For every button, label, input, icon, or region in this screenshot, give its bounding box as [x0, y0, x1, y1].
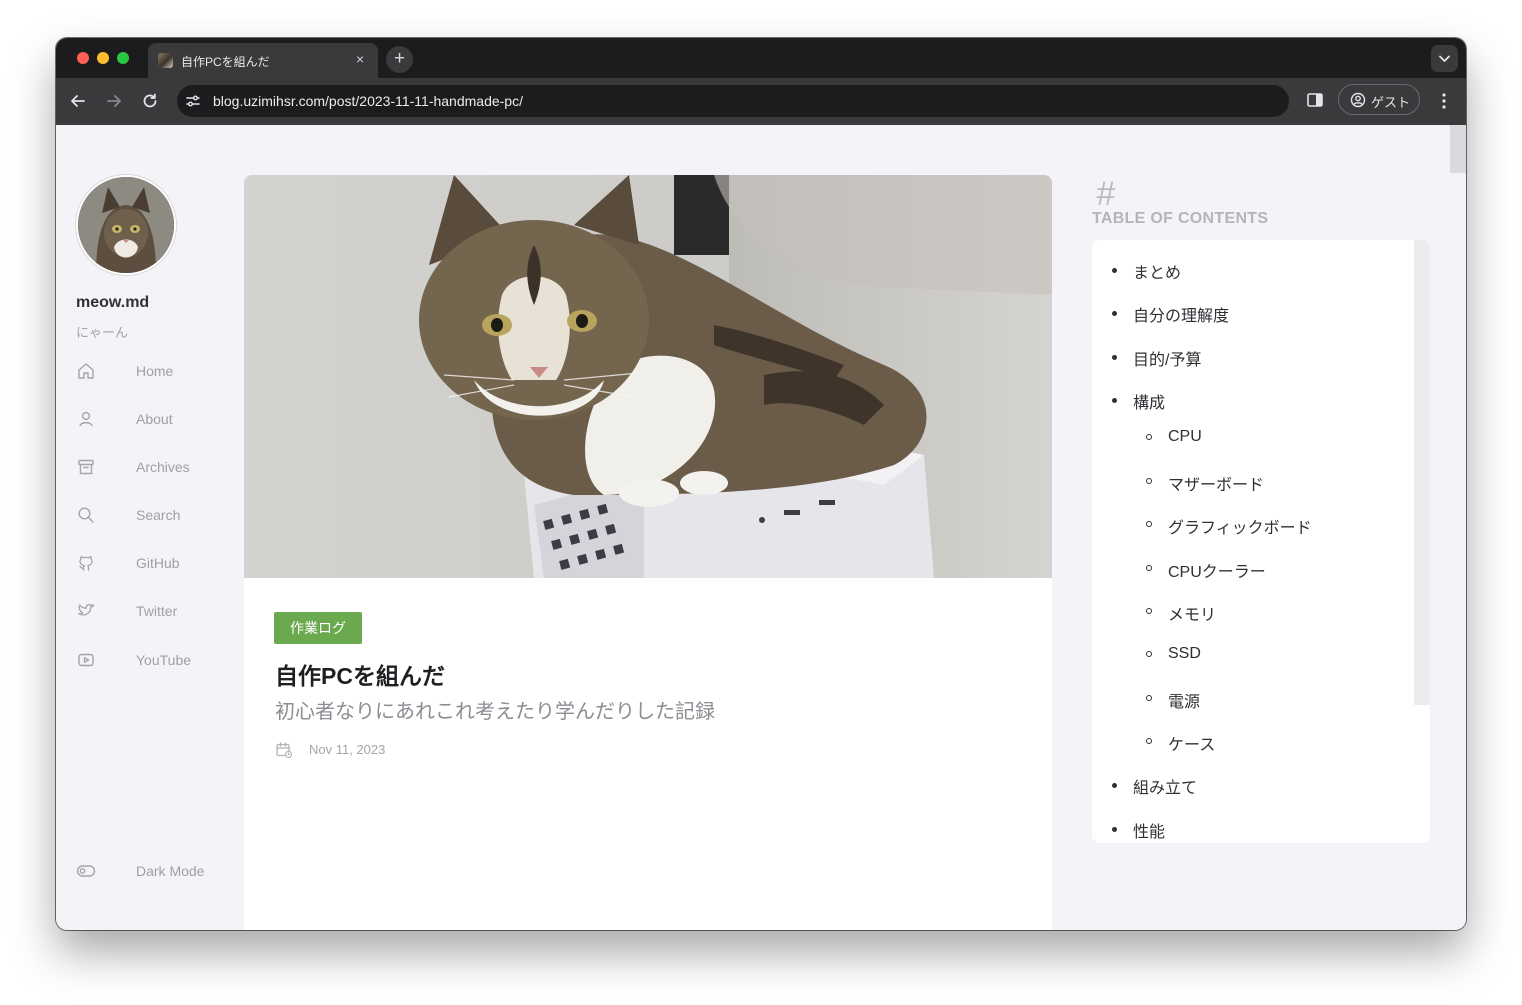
profile-label: ゲスト [1371, 95, 1411, 110]
page-viewport: meow.md にゃーん Home About Archives Search … [56, 125, 1466, 930]
dark-mode-toggle[interactable]: Dark Mode [76, 859, 226, 883]
url-text: blog.uzimihsr.com/post/2023-11-11-handma… [213, 93, 523, 109]
chevron-down-icon [1439, 55, 1450, 62]
more-menu-icon[interactable] [1434, 90, 1454, 112]
new-tab-button[interactable]: + [386, 46, 413, 73]
toc-subitem[interactable]: メモリ [1168, 601, 1216, 625]
browser-window: 自作PCを組んだ × + blog.uzimihsr.com/post/2023… [56, 38, 1466, 930]
sidebar-item-archives[interactable]: Archives [76, 455, 226, 479]
site-title[interactable]: meow.md [76, 294, 149, 312]
category-badge[interactable]: 作業ログ [274, 612, 362, 644]
tab-close-icon[interactable]: × [356, 51, 364, 67]
profile-avatar-icon [1350, 92, 1366, 108]
site-subtitle: にゃーん [76, 325, 129, 340]
toc-item[interactable]: 自分の理解度 [1133, 302, 1229, 326]
toc-bullet [1112, 827, 1117, 832]
sidebar-item-label: Home [136, 363, 174, 379]
twitter-icon [78, 604, 95, 616]
toc-item[interactable]: 目的/予算 [1133, 346, 1201, 370]
address-bar[interactable]: blog.uzimihsr.com/post/2023-11-11-handma… [177, 85, 1289, 117]
toc-bullet [1112, 398, 1117, 403]
toc-sub-bullet [1146, 608, 1152, 614]
close-window-button[interactable] [77, 52, 89, 64]
toc-bullet [1112, 311, 1117, 316]
toc-heading: TABLE OF CONTENTS [1092, 210, 1269, 227]
toc-panel: まとめ 自分の理解度 目的/予算 構成 CPU マザーボード グラフィックボード… [1092, 240, 1430, 843]
sidebar-item-twitter[interactable]: Twitter [76, 599, 226, 623]
sidebar-item-about[interactable]: About [76, 407, 226, 431]
post-title: 自作PCを組んだ [275, 663, 445, 689]
browser-tab[interactable]: 自作PCを組んだ × [148, 43, 378, 78]
sidebar-item-label: GitHub [136, 555, 180, 571]
sidebar-item-github[interactable]: GitHub [76, 551, 226, 575]
toc-subitem[interactable]: 電源 [1168, 688, 1200, 712]
toc-sub-bullet [1146, 521, 1152, 527]
browser-toolbar: blog.uzimihsr.com/post/2023-11-11-handma… [56, 78, 1466, 125]
dark-mode-label: Dark Mode [136, 863, 205, 879]
sidebar-item-label: Search [136, 507, 181, 523]
toc-subitem[interactable]: CPUクーラー [1168, 558, 1266, 582]
sidebar-item-label: About [136, 411, 173, 427]
tab-search-button[interactable] [1431, 45, 1458, 72]
side-panel-icon[interactable] [1306, 91, 1324, 109]
profile-button[interactable]: ゲスト [1338, 84, 1420, 115]
sidebar-item-label: Twitter [136, 603, 178, 619]
github-icon [79, 556, 93, 571]
archive-icon [78, 459, 94, 475]
favicon-icon [158, 53, 173, 68]
user-icon [79, 411, 93, 427]
toc-sub-bullet [1146, 478, 1152, 484]
toc-sub-bullet [1146, 738, 1152, 744]
toc-item[interactable]: 構成 [1133, 389, 1165, 413]
toc-item[interactable]: 性能 [1133, 818, 1165, 842]
toc-bullet [1112, 783, 1117, 788]
tab-title: 自作PCを組んだ [181, 55, 270, 69]
toc-subitem[interactable]: SSD [1168, 645, 1201, 663]
page-scrollbar-thumb[interactable] [1450, 125, 1466, 173]
sidebar-item-home[interactable]: Home [76, 359, 226, 383]
avatar[interactable] [76, 175, 176, 275]
forward-arrow-icon[interactable] [103, 90, 125, 112]
toc-sub-bullet [1146, 565, 1152, 571]
hero-image[interactable] [244, 175, 1052, 578]
calendar-icon [276, 742, 293, 759]
back-arrow-icon[interactable] [67, 90, 89, 112]
toc-item[interactable]: 組み立て [1133, 774, 1197, 798]
sidebar-item-youtube[interactable]: YouTube [76, 648, 226, 672]
sidebar-item-label: YouTube [136, 652, 192, 668]
toc-bullet [1112, 355, 1117, 360]
sidebar-item-search[interactable]: Search [76, 503, 226, 527]
toc-sub-bullet [1146, 434, 1152, 440]
sidebar-item-label: Archives [136, 459, 190, 475]
home-icon [78, 363, 94, 379]
cat-on-pc-photo-icon [244, 175, 1052, 578]
toc-sub-bullet [1146, 651, 1152, 657]
toggle-icon [76, 865, 96, 877]
toc-hash-icon: # [1096, 175, 1115, 213]
reload-icon[interactable] [139, 90, 161, 112]
cat-avatar-icon [78, 177, 174, 273]
toc-subitem[interactable]: ケース [1168, 731, 1215, 755]
toc-scrollbar[interactable] [1414, 240, 1430, 705]
post-card: 作業ログ 自作PCを組んだ 初心者なりにあれこれ考えたり学んだりした記録 Nov… [244, 175, 1052, 930]
minimize-window-button[interactable] [97, 52, 109, 64]
post-subtitle: 初心者なりにあれこれ考えたり学んだりした記録 [275, 701, 715, 723]
tab-bar: 自作PCを組んだ × + [56, 38, 1466, 78]
toc-item[interactable]: まとめ [1133, 259, 1181, 283]
site-settings-icon[interactable] [185, 93, 201, 109]
toc-subitem[interactable]: グラフィックボード [1168, 514, 1312, 538]
toc-subitem[interactable]: CPU [1168, 428, 1202, 446]
youtube-icon [78, 653, 94, 667]
toc-bullet [1112, 268, 1117, 273]
toc-subitem[interactable]: マザーボード [1168, 471, 1264, 495]
post-date: Nov 11, 2023 [309, 742, 386, 757]
page-scrollbar[interactable] [1450, 125, 1466, 930]
toc-sub-bullet [1146, 695, 1152, 701]
search-icon [78, 507, 94, 523]
maximize-window-button[interactable] [117, 52, 129, 64]
